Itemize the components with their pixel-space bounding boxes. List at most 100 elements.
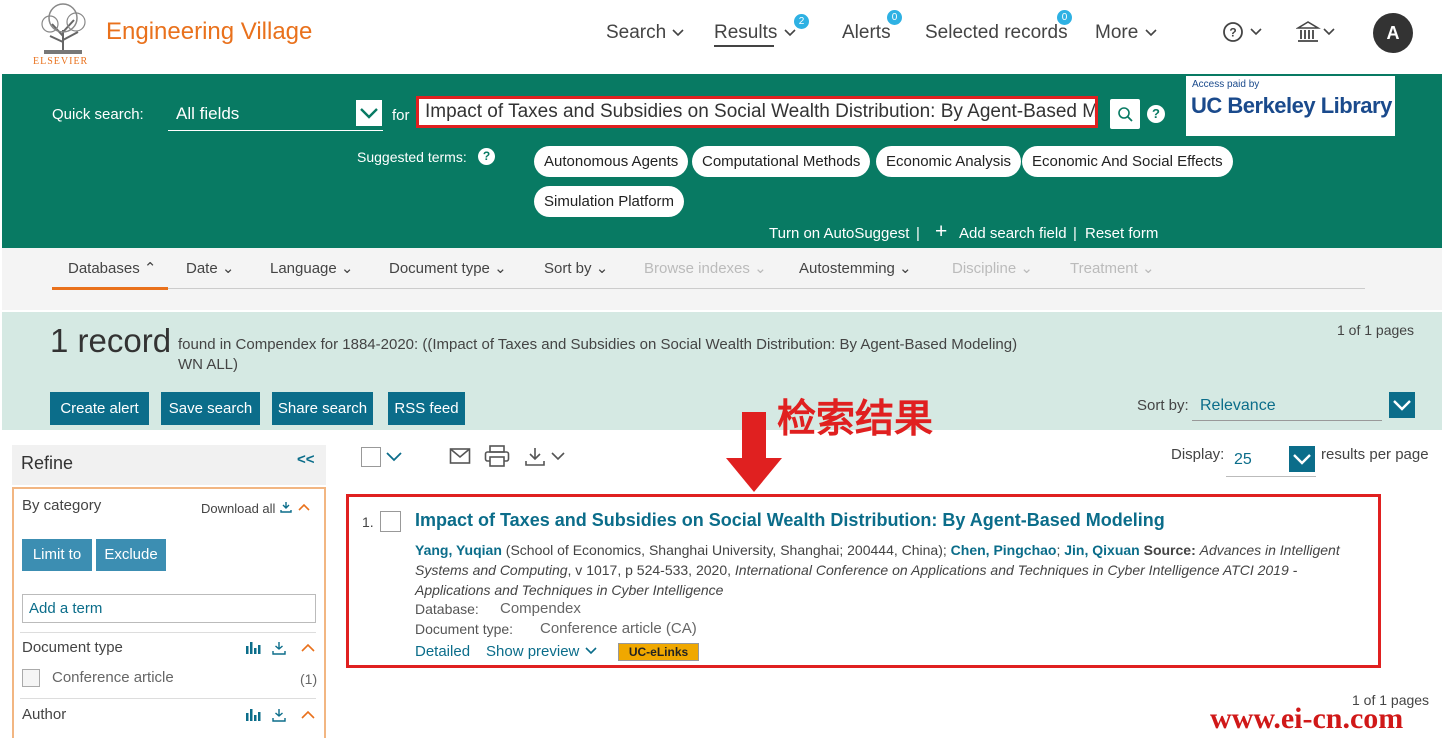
annotation-label: 检索结果 — [777, 397, 934, 442]
bar-chart-icon — [246, 709, 261, 721]
chevron-down-icon — [1145, 29, 1157, 37]
download-all-link[interactable]: Download all — [201, 501, 311, 516]
limit-to-button[interactable]: Limit to — [22, 539, 92, 571]
filter-browse-indexes-label: Browse indexes — [644, 260, 750, 277]
nav-alerts[interactable]: Alerts — [842, 22, 891, 44]
suggested-term-chip[interactable]: Economic Analysis — [876, 146, 1022, 177]
elsevier-tree-logo[interactable] — [32, 2, 94, 56]
display-count-select[interactable]: 25 — [1234, 451, 1252, 469]
chevron-down-icon — [784, 29, 796, 37]
chevron-down-icon[interactable] — [1289, 446, 1315, 472]
detailed-link[interactable]: Detailed — [415, 643, 470, 660]
save-search-button[interactable]: Save search — [161, 392, 260, 425]
download-icon — [280, 502, 292, 513]
facet-count: (1) — [300, 671, 318, 687]
nav-selected-label: Selected records — [925, 22, 1068, 43]
sort-by-select[interactable]: Relevance — [1200, 397, 1276, 415]
create-alert-button[interactable]: Create alert — [50, 392, 149, 425]
institution-icon[interactable] — [1296, 20, 1342, 46]
email-icon[interactable] — [449, 447, 471, 465]
suggested-help-icon[interactable]: ? — [478, 148, 495, 165]
nav-search-label: Search — [606, 22, 667, 43]
filter-autostemming[interactable]: Autostemming ⌄ — [799, 259, 912, 277]
plus-icon[interactable]: + — [935, 220, 947, 244]
nav-search[interactable]: Search — [606, 22, 685, 44]
collapse-refine-button[interactable]: << — [297, 451, 315, 468]
filter-document-type-label: Document type — [389, 260, 490, 277]
filter-document-type[interactable]: Document type ⌄ — [389, 259, 507, 277]
autosuggest-toggle[interactable]: Turn on AutoSuggest — [769, 225, 909, 242]
filter-language[interactable]: Language ⌄ — [270, 259, 354, 277]
result-title-link[interactable]: Impact of Taxes and Subsidies on Social … — [415, 510, 1165, 531]
nav-more[interactable]: More — [1095, 22, 1158, 44]
author-facet-title[interactable]: Author — [22, 706, 66, 723]
author-link[interactable]: Chen, Pingchao — [951, 542, 1057, 558]
search-icon[interactable] — [1110, 99, 1140, 129]
facet-tools[interactable] — [244, 640, 320, 656]
record-count: 1 record — [50, 322, 172, 359]
user-avatar[interactable]: A — [1373, 13, 1413, 53]
facet-checkbox[interactable] — [22, 669, 40, 687]
suggested-term-chip[interactable]: Autonomous Agents — [534, 146, 689, 177]
search-description: found in Compendex for 1884-2020: ((Impa… — [178, 336, 1018, 373]
result-checkbox[interactable] — [380, 511, 401, 532]
filter-databases-label: Databases — [68, 260, 140, 277]
rss-feed-button[interactable]: RSS feed — [388, 392, 465, 425]
chevron-down-icon: ⌄ — [494, 260, 507, 277]
chevron-down-icon[interactable] — [356, 100, 382, 126]
filter-sort-by[interactable]: Sort by ⌄ — [544, 259, 608, 277]
chevron-down-icon: ⌄ — [899, 260, 912, 277]
display-underline — [1226, 476, 1316, 477]
nav-alerts-label: Alerts — [842, 22, 891, 43]
exclude-button[interactable]: Exclude — [96, 539, 166, 571]
page-indicator: 1 of 1 pages — [1337, 322, 1415, 338]
library-paid-label: Access paid by — [1192, 79, 1260, 90]
chevron-down-icon: ⌄ — [1020, 260, 1033, 277]
suggested-term-chip[interactable]: Simulation Platform — [534, 186, 685, 217]
author-link[interactable]: Yang, Yuqian — [415, 542, 502, 558]
filter-sort-by-label: Sort by — [544, 260, 592, 277]
search-query-text: Impact of Taxes and Subsidies on Social … — [425, 101, 1098, 122]
chevron-down-icon[interactable] — [1389, 392, 1415, 418]
quick-search-label: Quick search: — [52, 106, 144, 123]
nav-selected-records[interactable]: Selected records — [925, 22, 1068, 44]
chevron-down-icon: ⌄ — [595, 260, 609, 277]
suggested-terms-label: Suggested terms: — [357, 149, 467, 165]
search-help-icon[interactable]: ? — [1147, 105, 1165, 123]
filter-date[interactable]: Date ⌄ — [186, 259, 234, 277]
nav-results[interactable]: Results — [714, 22, 797, 44]
download-all-label: Download all — [201, 501, 276, 516]
suggested-term-chip[interactable]: Computational Methods — [692, 146, 871, 177]
nav-results-label: Results — [714, 22, 778, 43]
document-type-facet-title[interactable]: Document type — [22, 639, 123, 656]
publisher-name: ELSEVIER — [33, 56, 89, 67]
facet-tools[interactable] — [244, 707, 320, 723]
chevron-down-icon: ⌄ — [221, 260, 235, 277]
database-label: Database: — [415, 601, 479, 617]
filter-databases[interactable]: Databases ⌃ — [68, 259, 156, 277]
section-divider — [20, 632, 316, 633]
result-citation: Yang, Yuqian (School of Economics, Shang… — [415, 540, 1370, 600]
select-all-checkbox[interactable] — [361, 447, 381, 467]
per-page-label: results per page — [1321, 446, 1429, 463]
help-icon[interactable]: ? — [1222, 21, 1266, 45]
download-icon[interactable] — [524, 446, 570, 468]
add-search-field-link[interactable]: Add search field — [959, 225, 1067, 242]
chevron-down-icon[interactable] — [385, 450, 403, 464]
filter-discipline-label: Discipline — [952, 260, 1017, 277]
filter-language-label: Language — [270, 260, 337, 277]
result-number: 1. — [362, 514, 374, 530]
uc-elinks-button[interactable]: UC-eLinks — [618, 643, 699, 661]
share-search-button[interactable]: Share search — [272, 392, 373, 425]
search-input[interactable]: Impact of Taxes and Subsidies on Social … — [416, 96, 1098, 128]
bar-chart-icon — [246, 642, 261, 654]
facet-label: Conference article — [52, 669, 174, 686]
brand-title[interactable]: Engineering Village — [106, 18, 312, 46]
reset-form-link[interactable]: Reset form — [1085, 225, 1158, 242]
show-preview-link[interactable]: Show preview — [486, 643, 598, 660]
author-link[interactable]: Jin, Qixuan — [1064, 542, 1139, 558]
add-term-input[interactable]: Add a term — [22, 594, 316, 623]
print-icon[interactable] — [484, 445, 510, 467]
results-count-badge: 2 — [794, 14, 809, 29]
suggested-term-chip[interactable]: Economic And Social Effects — [1022, 146, 1233, 177]
